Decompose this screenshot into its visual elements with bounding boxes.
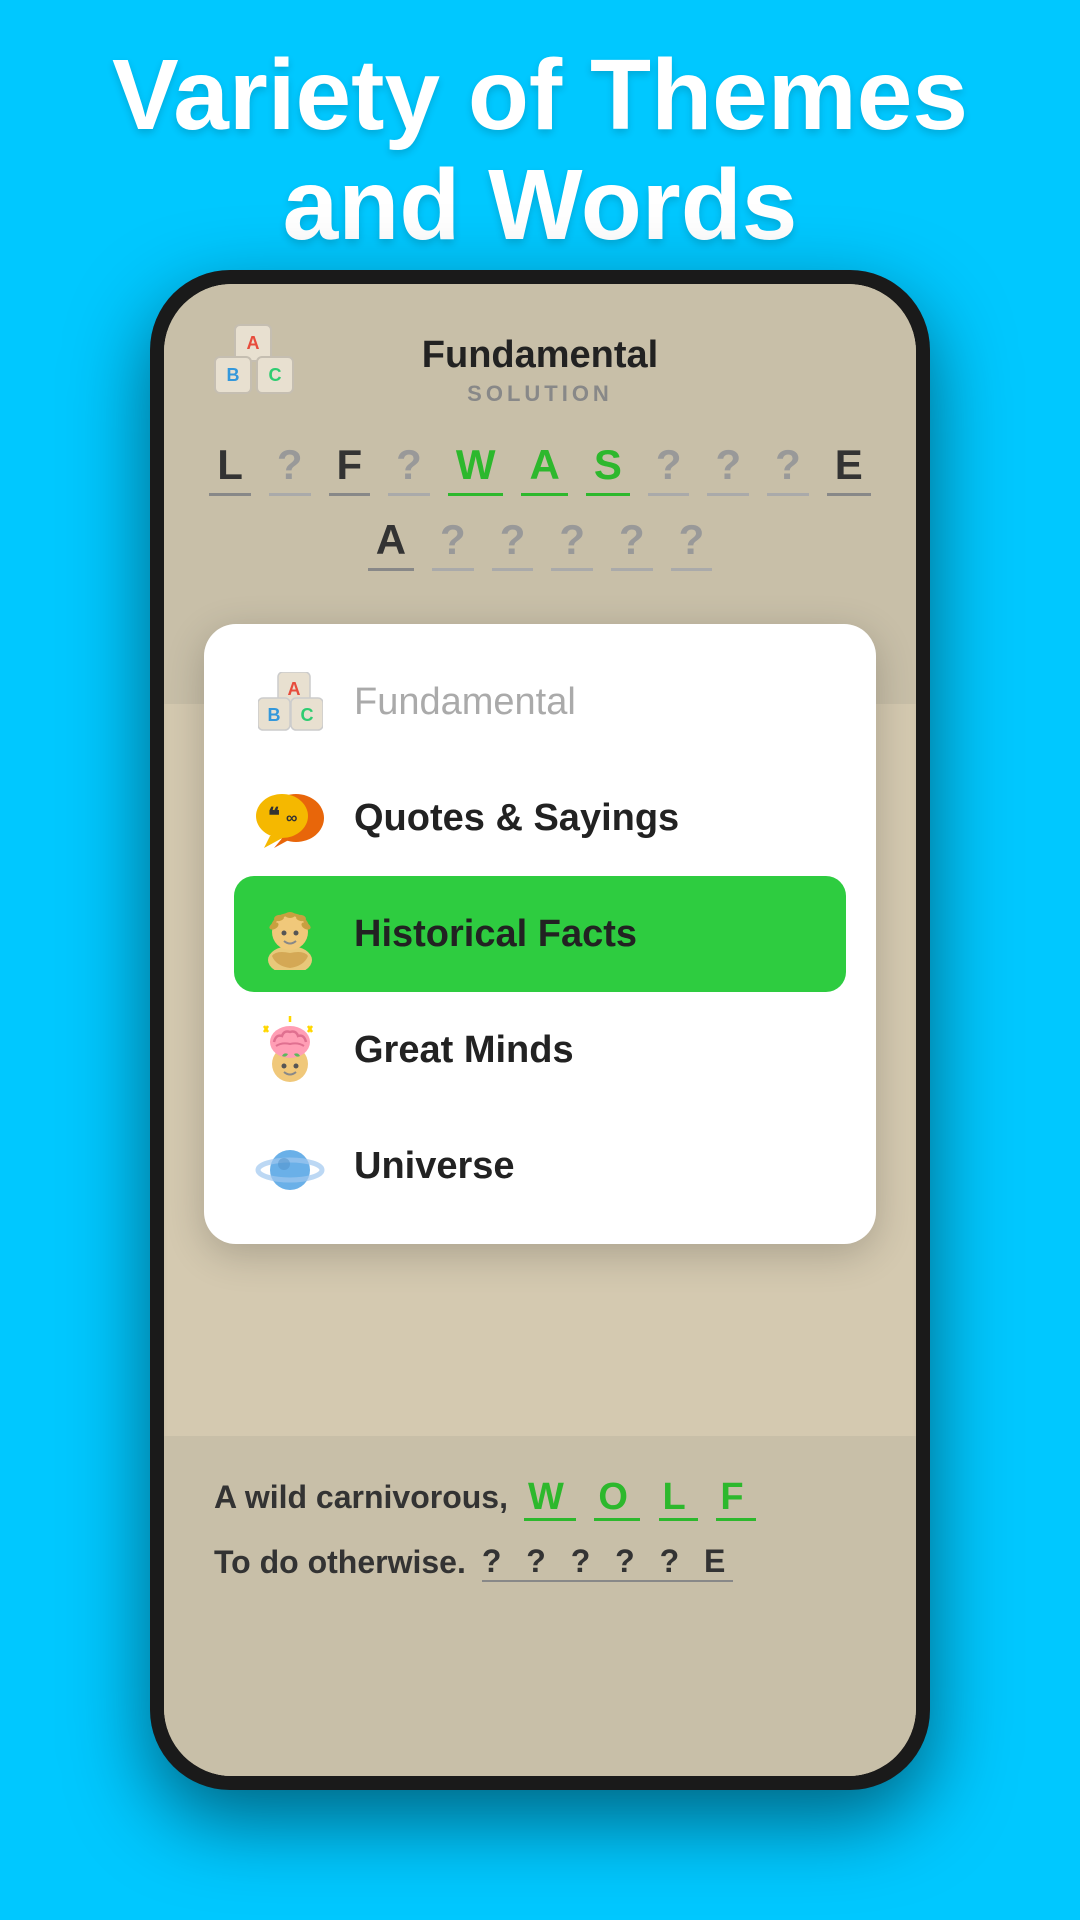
block-c: C (256, 356, 294, 394)
svg-text:∞: ∞ (286, 810, 297, 827)
letter-q2: ? (388, 437, 430, 496)
theme-menu: A B C Fundamental (204, 624, 876, 1244)
game-bottom-area: A wild carnivorous, W O L F To do otherw… (164, 1436, 916, 1776)
game-subtitle: SOLUTION (467, 381, 613, 407)
letter-S: S (586, 437, 630, 496)
menu-item-great-minds[interactable]: Great Minds (234, 992, 846, 1108)
menu-item-universe[interactable]: Universe (234, 1108, 846, 1224)
historical-label: Historical Facts (354, 913, 637, 956)
answer-2: ? ? ? ? ? E (482, 1543, 734, 1582)
historical-icon (254, 898, 326, 970)
clue-line-2: To do otherwise. ? ? ? ? ? E (214, 1543, 866, 1582)
game-title: Fundamental (422, 334, 658, 377)
clue-text-1: A wild carnivorous, (214, 1479, 508, 1516)
word-row-2: A ? ? ? ? ? (368, 512, 713, 571)
menu-item-quotes[interactable]: ❝ ∞ Quotes & Sayings (234, 760, 846, 876)
letter-W: W (448, 437, 504, 496)
clue-text-2: To do otherwise. (214, 1544, 466, 1581)
letter-q5: ? (767, 437, 809, 496)
title-line2: and Words (283, 149, 798, 261)
letter-q7: ? (492, 512, 534, 571)
letter-E: E (827, 437, 871, 496)
letter-q3: ? (648, 437, 690, 496)
svg-text:A: A (287, 679, 300, 699)
quotes-label: Quotes & Sayings (354, 797, 679, 840)
page-title: Variety of Themes and Words (0, 40, 1080, 260)
menu-item-fundamental[interactable]: A B C Fundamental (234, 644, 846, 760)
phone-frame: A B C Fundamental SOLUTION L ? F ? W A S… (150, 270, 930, 1790)
phone-screen: A B C Fundamental SOLUTION L ? F ? W A S… (164, 284, 916, 1776)
letter-A2: A (368, 512, 414, 571)
letter-L: L (209, 437, 251, 496)
letter-q9: ? (611, 512, 653, 571)
universe-label: Universe (354, 1145, 515, 1188)
letter-q1: ? (269, 437, 311, 496)
title-line1: Variety of Themes (112, 39, 968, 151)
letter-q4: ? (707, 437, 749, 496)
block-b: B (214, 356, 252, 394)
word-row-1: L ? F ? W A S ? ? ? E (209, 437, 871, 496)
answer-1: W O L F (524, 1476, 756, 1519)
quotes-icon: ❝ ∞ (254, 782, 326, 854)
app-logo: A B C (214, 324, 294, 394)
fundamental-label: Fundamental (354, 681, 576, 724)
letter-q8: ? (551, 512, 593, 571)
fundamental-icon: A B C (254, 666, 326, 738)
brain-icon (254, 1014, 326, 1086)
great-minds-label: Great Minds (354, 1029, 574, 1072)
clue-line-1: A wild carnivorous, W O L F (214, 1476, 866, 1519)
letter-q6: ? (432, 512, 474, 571)
letter-q10: ? (671, 512, 713, 571)
menu-item-historical[interactable]: Historical Facts (234, 876, 846, 992)
svg-text:❝: ❝ (268, 803, 280, 828)
letter-A: A (521, 437, 567, 496)
planet-icon (254, 1130, 326, 1202)
svg-text:B: B (267, 705, 280, 725)
letter-F: F (329, 437, 371, 496)
svg-text:C: C (300, 705, 313, 725)
